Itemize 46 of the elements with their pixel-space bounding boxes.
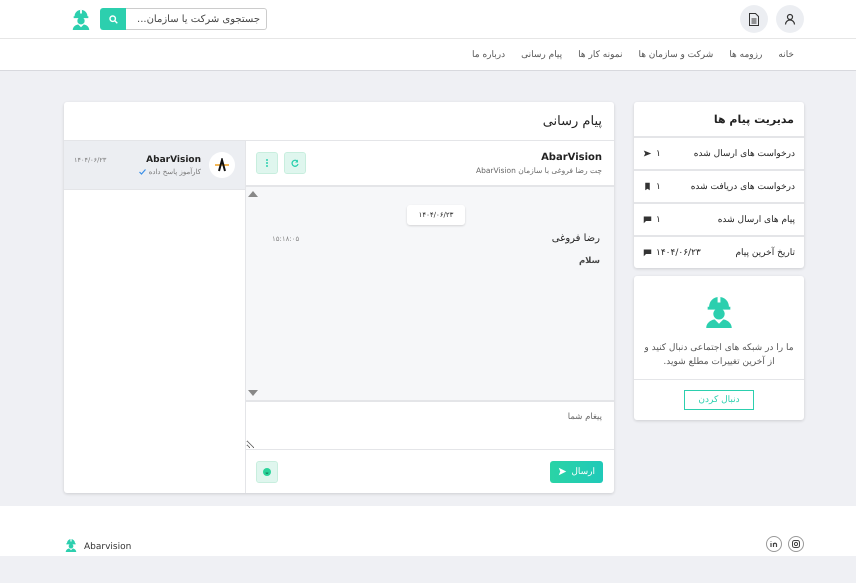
message-field[interactable]: پیغام شما <box>246 402 614 450</box>
nav-link[interactable]: پیام رسانی <box>521 50 562 60</box>
send-icon <box>558 467 568 476</box>
nav-link[interactable]: نمونه کار ها <box>578 50 622 60</box>
user-button[interactable] <box>776 5 804 33</box>
card-title: مدیریت پیام ها <box>634 102 804 138</box>
stat-value: ۱ <box>656 214 661 224</box>
stat-label: درخواست های دریافت شده <box>690 182 795 192</box>
stat-icon <box>643 248 652 257</box>
sender-name: رضا فروغی <box>552 233 600 244</box>
refresh-button[interactable] <box>284 152 306 174</box>
search-icon <box>108 14 118 24</box>
linkedin-icon[interactable] <box>766 536 782 552</box>
document-icon <box>748 12 760 26</box>
nav-link[interactable]: شرکت و سازمان ها <box>638 50 714 60</box>
stat-icon <box>643 215 652 224</box>
search-field[interactable]: جستجوی شرکت یا سازمان... <box>126 8 267 30</box>
stat-value: ۱ <box>656 148 661 158</box>
check-icon <box>138 168 146 174</box>
refresh-icon <box>291 159 299 167</box>
chat-name: AbarVision <box>540 152 602 162</box>
logo-icon <box>70 8 92 30</box>
instagram-icon[interactable] <box>788 536 804 552</box>
stat-icon <box>643 149 652 158</box>
nav-link[interactable]: خانه <box>778 50 794 60</box>
avatar-logo-icon <box>209 152 235 178</box>
stat-value: ۱۴۰۴/۰۶/۲۳ <box>656 248 701 258</box>
smiley-icon <box>263 468 271 476</box>
message-text: سلام <box>578 256 600 266</box>
footer-logo-icon <box>64 538 78 552</box>
document-button[interactable] <box>740 5 768 33</box>
search-button[interactable] <box>100 8 126 30</box>
stat-label: پیام های ارسال شده <box>716 214 795 224</box>
follow-text: ما را در شبکه های اجتماعی دنبال کنید و از آخرین تغییرات مطلع شوید. <box>643 342 795 368</box>
scroll-up-icon[interactable] <box>248 191 258 197</box>
user-icon <box>784 13 796 25</box>
stat-label: تاریخ آخرین پیام <box>734 248 795 258</box>
nav-link[interactable]: درباره ما <box>472 50 506 60</box>
stat-label: درخواست های ارسال شده <box>692 148 795 158</box>
emoji-button[interactable] <box>256 460 278 482</box>
footer-brand: Abarvision <box>84 542 132 552</box>
stat-icon <box>643 182 652 191</box>
stat-value: ۱ <box>656 182 661 192</box>
nav-link[interactable]: رزومه ها <box>729 50 762 60</box>
conversation-name: AbarVision <box>146 154 201 164</box>
scroll-down-icon[interactable] <box>248 390 258 396</box>
